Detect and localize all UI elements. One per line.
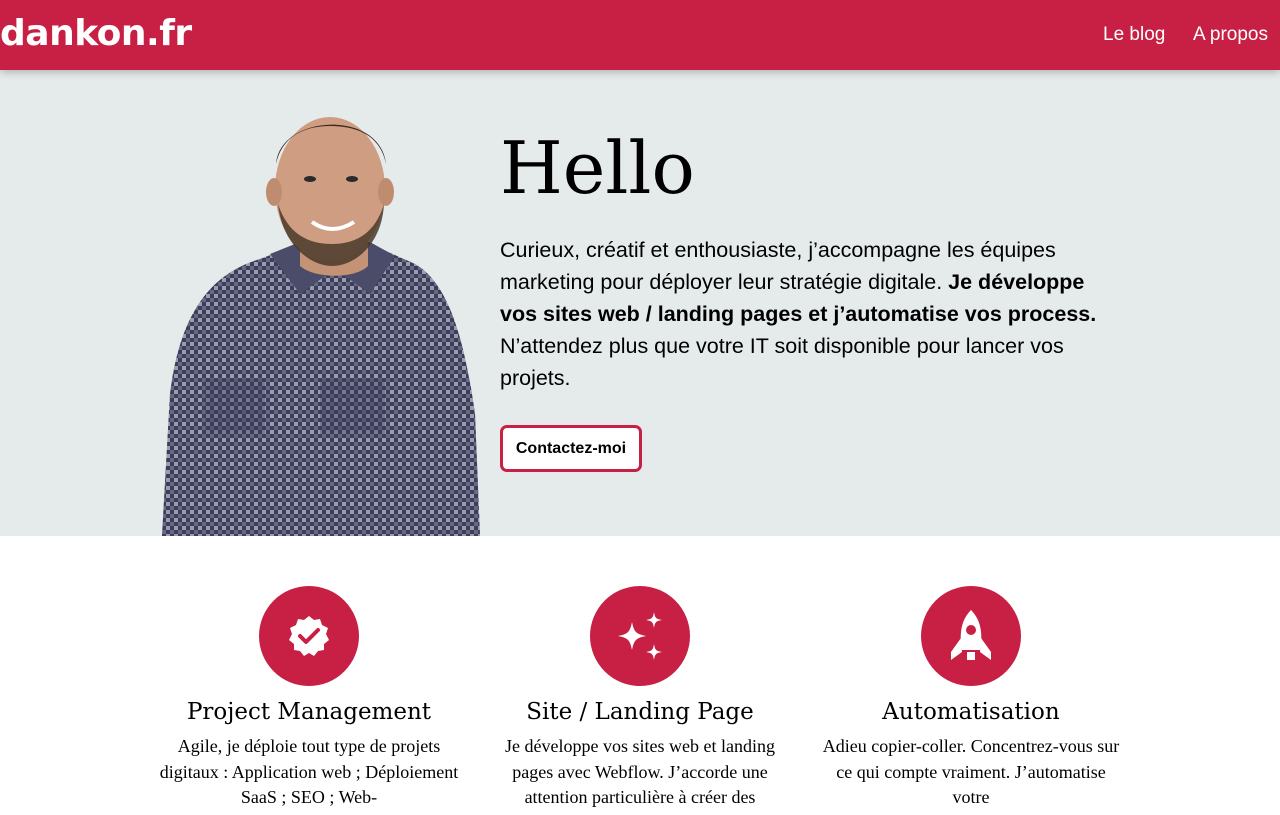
- sparkles-icon: [618, 612, 662, 660]
- nav-link-blog[interactable]: Le blog: [1103, 23, 1165, 47]
- site-logo[interactable]: dankon.fr: [0, 12, 192, 56]
- contact-button[interactable]: Contactez-moi: [500, 425, 642, 472]
- intro-text-end: N’attendez plus que votre IT soit dispon…: [500, 334, 1064, 390]
- service-description: Agile, je déploie tout type de projets d…: [159, 736, 459, 807]
- service-icon-circle: [259, 586, 359, 686]
- service-icon-circle: [921, 586, 1021, 686]
- service-description: Je développe vos sites web et landing pa…: [505, 736, 775, 807]
- service-title: Automatisation: [882, 699, 1060, 725]
- hero-title: Hello: [500, 126, 695, 210]
- verified-badge-icon: [289, 616, 329, 656]
- hero-intro: Curieux, créatif et enthousiaste, j’acco…: [500, 234, 1110, 394]
- service-card-project-management: Project Management Agile, je déploie tou…: [149, 586, 469, 811]
- service-card-automatisation: Automatisation Adieu copier-coller. Conc…: [811, 586, 1131, 811]
- services-section: Project Management Agile, je déploie tou…: [0, 536, 1280, 815]
- service-title: Project Management: [186, 699, 432, 725]
- top-navbar: dankon.fr Le blog A propos: [0, 0, 1280, 70]
- service-description: Adieu copier-coller. Concentrez-vous sur…: [822, 736, 1120, 807]
- service-icon-circle: [590, 586, 690, 686]
- service-card-site-landing-page: Site / Landing Page Je développe vos sit…: [480, 586, 800, 811]
- hero-section: Hello Curieux, créatif et enthousiaste, …: [0, 70, 1280, 536]
- portrait-photo: [162, 117, 480, 536]
- service-title: Site / Landing Page: [526, 699, 754, 725]
- nav-link-about[interactable]: A propos: [1193, 23, 1268, 47]
- rocket-icon: [951, 610, 991, 660]
